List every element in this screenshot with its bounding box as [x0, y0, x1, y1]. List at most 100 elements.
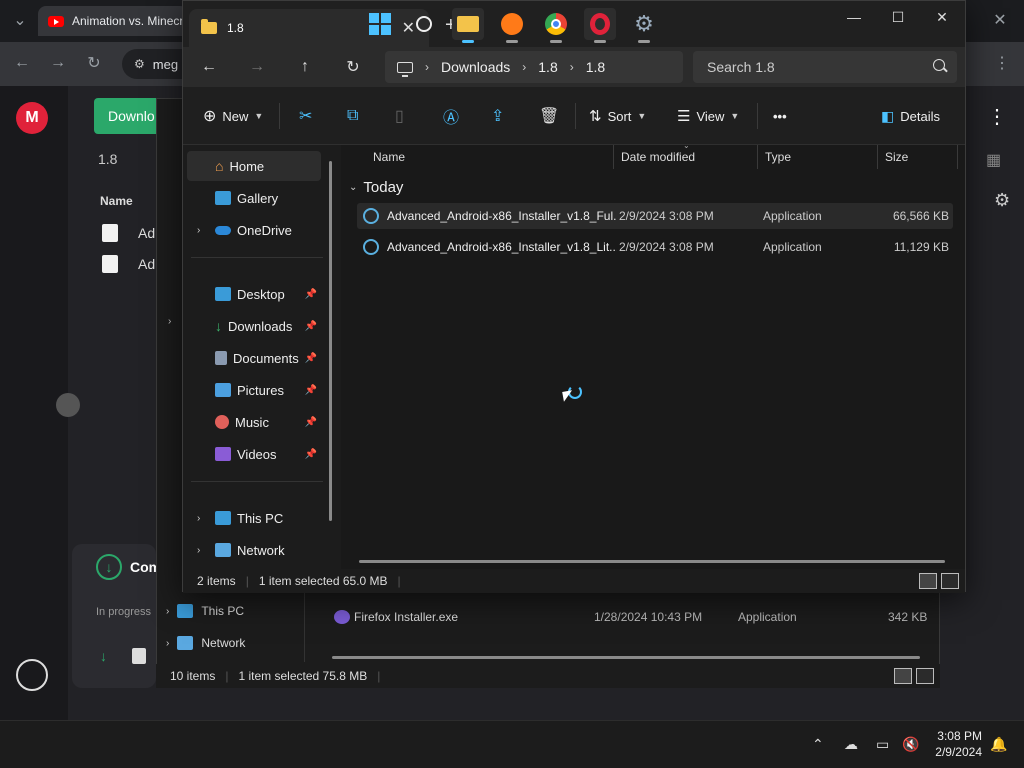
- column-divider[interactable]: [757, 145, 758, 169]
- chevron-right-icon[interactable]: ›: [570, 60, 574, 74]
- column-header-type[interactable]: Type: [765, 145, 791, 169]
- taskbar-firefox[interactable]: [496, 8, 528, 43]
- expand-chevron-icon: ›: [166, 605, 170, 617]
- breadcrumb-downloads[interactable]: Downloads: [441, 59, 510, 75]
- paste-button[interactable]: ▯: [395, 103, 404, 129]
- start-button[interactable]: [364, 8, 396, 40]
- reload-icon[interactable]: ↻: [82, 51, 106, 75]
- pin-icon[interactable]: 📌: [305, 385, 317, 396]
- taskbar-settings[interactable]: ⚙: [628, 8, 660, 43]
- back-nav-item-network[interactable]: › Network: [166, 636, 245, 650]
- new-button[interactable]: ⊕ New ▼: [203, 103, 263, 129]
- taskbar-chrome[interactable]: [540, 8, 572, 43]
- nav-item-downloads[interactable]: ↓ Downloads 📌: [187, 311, 321, 341]
- mega-logo[interactable]: M: [16, 102, 48, 134]
- nav-item-this-pc[interactable]: › This PC: [187, 503, 321, 533]
- rename-button[interactable]: Ⓐ: [443, 103, 459, 129]
- mega-settings-gear-icon[interactable]: ⚙: [994, 190, 1010, 211]
- cloud-offline-icon[interactable]: ☁: [844, 736, 858, 753]
- grid-view-icon[interactable]: ▦: [986, 150, 1001, 170]
- refresh-icon[interactable]: ↻: [339, 53, 367, 81]
- horizontal-scrollbar[interactable]: [359, 560, 945, 563]
- network-status-icon[interactable]: ▭: [876, 736, 889, 753]
- column-header-size[interactable]: Size: [885, 145, 908, 169]
- mega-file-row[interactable]: Ad: [102, 224, 155, 242]
- details-view-toggle[interactable]: [919, 573, 937, 589]
- breadcrumb-folder[interactable]: 1.8: [538, 59, 557, 75]
- file-row[interactable]: Advanced_Android-x86_Installer_v1.8_Ful.…: [357, 203, 953, 229]
- more-options-button[interactable]: •••: [773, 103, 787, 129]
- group-header-today[interactable]: ⌄ Today: [349, 179, 403, 196]
- transfer-header[interactable]: ↓ Com: [96, 554, 161, 580]
- minimize-button[interactable]: —: [831, 7, 877, 27]
- browser-close-button[interactable]: ✕: [988, 8, 1012, 32]
- tiles-view-toggle[interactable]: [941, 573, 959, 589]
- back-nav-item-this-pc[interactable]: › This PC: [166, 604, 244, 618]
- mega-menu-icon[interactable]: ⋮: [987, 104, 1007, 129]
- nav-item-music[interactable]: Music 📌: [187, 407, 321, 437]
- nav-item-onedrive[interactable]: › OneDrive: [187, 215, 321, 245]
- mega-download-button[interactable]: Downlo: [94, 98, 164, 134]
- nav-pane-scrollbar[interactable]: [329, 161, 332, 521]
- delete-button[interactable]: 🗑: [539, 103, 559, 129]
- forward-arrow-icon[interactable]: →: [46, 51, 70, 75]
- mega-sync-icon[interactable]: [16, 659, 48, 691]
- site-info-icon[interactable]: ⚙: [134, 57, 145, 71]
- browser-tab[interactable]: Animation vs. Minecr: [38, 6, 188, 36]
- pin-icon[interactable]: 📌: [305, 289, 317, 300]
- browser-menu-icon[interactable]: ⋮: [990, 51, 1014, 75]
- tab-search-chevron-icon[interactable]: ⌄: [8, 8, 32, 32]
- column-divider[interactable]: [877, 145, 878, 169]
- nav-item-home[interactable]: ⌂ Home: [187, 151, 321, 181]
- pin-icon[interactable]: 📌: [305, 321, 317, 332]
- expand-chevron-icon[interactable]: ›: [197, 545, 200, 556]
- file-row[interactable]: Advanced_Android-x86_Installer_v1.8_Lit.…: [357, 234, 953, 260]
- column-divider[interactable]: [957, 145, 958, 169]
- system-clock[interactable]: 3:08 PM 2/9/2024: [930, 728, 982, 760]
- pin-icon[interactable]: 📌: [305, 353, 317, 364]
- show-hidden-icons-chevron-icon[interactable]: ⌃: [812, 736, 824, 753]
- close-window-button[interactable]: ✕: [919, 7, 965, 27]
- view-button[interactable]: ☰ View ▼: [677, 103, 739, 129]
- address-breadcrumb[interactable]: › Downloads › 1.8 › 1.8: [385, 51, 683, 83]
- copy-button[interactable]: ⧉: [347, 103, 358, 129]
- details-pane-button[interactable]: ◧ Details: [881, 103, 940, 129]
- details-view-toggle[interactable]: [894, 668, 912, 684]
- nav-item-documents[interactable]: Documents 📌: [187, 343, 321, 373]
- nav-item-network[interactable]: › Network: [187, 535, 321, 565]
- nav-item-pictures[interactable]: Pictures 📌: [187, 375, 321, 405]
- pin-icon[interactable]: 📌: [305, 449, 317, 460]
- horizontal-scrollbar[interactable]: [332, 656, 920, 659]
- back-arrow-icon[interactable]: ←: [195, 53, 223, 81]
- chevron-right-icon[interactable]: ›: [425, 60, 429, 74]
- mega-file-row[interactable]: Ad: [102, 255, 155, 273]
- nav-item-videos[interactable]: Videos 📌: [187, 439, 321, 469]
- music-icon: [215, 415, 229, 429]
- expand-chevron-icon[interactable]: ›: [197, 513, 200, 524]
- up-arrow-icon[interactable]: ↑: [291, 53, 319, 81]
- collapse-handle-icon[interactable]: [56, 393, 80, 417]
- sort-button[interactable]: ⇅ Sort ▼: [589, 103, 646, 129]
- column-header-name[interactable]: Name: [373, 145, 405, 169]
- pin-icon[interactable]: 📌: [305, 417, 317, 428]
- nav-item-gallery[interactable]: Gallery: [187, 183, 321, 213]
- search-input[interactable]: Search 1.8: [693, 51, 957, 83]
- maximize-button[interactable]: ☐: [875, 7, 921, 27]
- cut-button[interactable]: ✂: [299, 103, 312, 129]
- column-divider[interactable]: [613, 145, 614, 169]
- expand-chevron-icon[interactable]: ›: [168, 316, 171, 327]
- taskbar-opera[interactable]: [584, 8, 616, 43]
- taskbar-file-explorer[interactable]: [452, 8, 484, 43]
- expand-chevron-icon[interactable]: ›: [197, 225, 200, 236]
- forward-arrow-icon[interactable]: →: [243, 53, 271, 81]
- notifications-bell-icon[interactable]: 🔔: [990, 736, 1007, 753]
- taskbar-search-button[interactable]: [408, 8, 440, 40]
- nav-item-desktop[interactable]: Desktop 📌: [187, 279, 321, 309]
- share-button[interactable]: ⇪: [491, 103, 504, 129]
- back-arrow-icon[interactable]: ←: [10, 51, 34, 75]
- chevron-right-icon[interactable]: ›: [522, 60, 526, 74]
- volume-muted-icon[interactable]: 🔇: [902, 736, 919, 753]
- back-file-row[interactable]: Firefox Installer.exe 1/28/2024 10:43 PM…: [334, 610, 930, 626]
- tiles-view-toggle[interactable]: [916, 668, 934, 684]
- breadcrumb-current[interactable]: 1.8: [586, 59, 605, 75]
